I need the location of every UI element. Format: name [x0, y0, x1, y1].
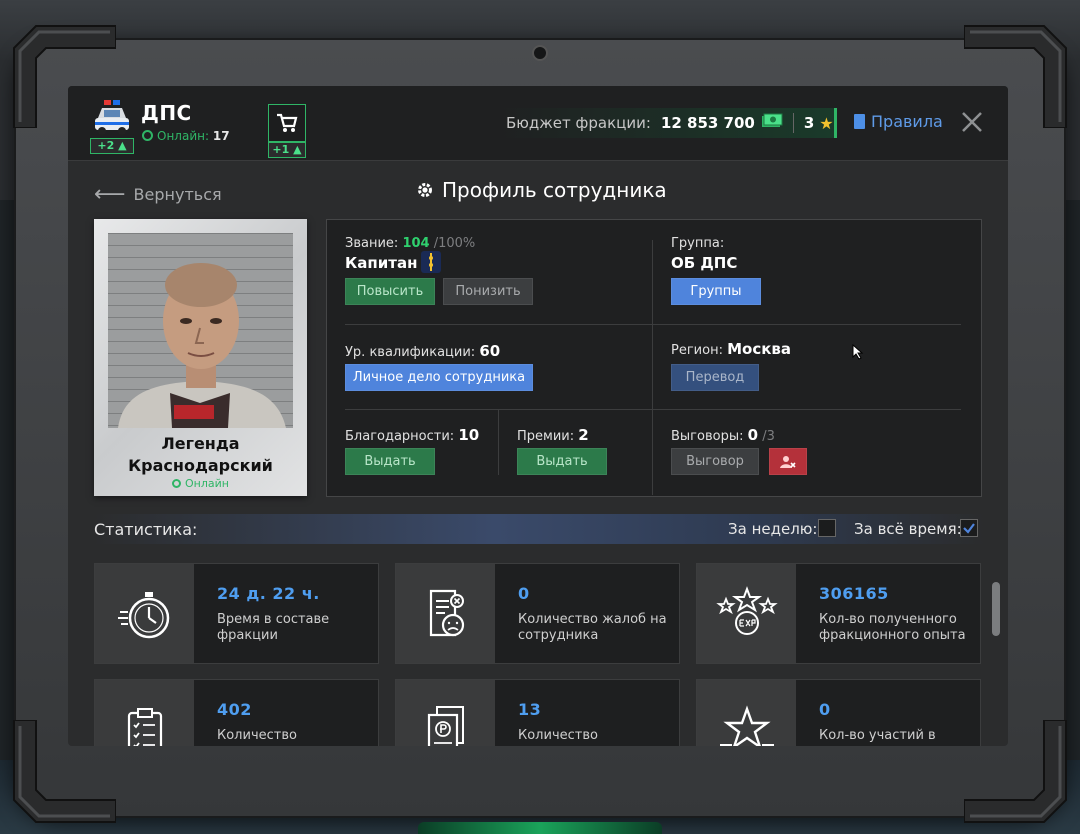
stat-description: Количество [217, 728, 297, 743]
faction-badge: +2 ▲ [90, 138, 134, 154]
stat-card: 24 д. 22 ч. Время в составе фракции [94, 563, 379, 664]
promote-button[interactable]: Повысить [345, 278, 435, 305]
stat-description: Количество жалоб на сотрудника [518, 612, 667, 643]
tablet-camera [532, 45, 548, 61]
region-label: Регион: Москва [671, 340, 792, 358]
top-bar: +2 ▲ ДПС Онлайн: 17 +1 ▲ Бюджет фракции:… [68, 86, 1008, 161]
ruble-documents-icon [396, 680, 495, 746]
stat-value: 402 [217, 700, 252, 719]
stat-card: 0 Количество жалоб на сотрудника [395, 563, 680, 664]
reprimand-button[interactable]: Выговор [671, 448, 759, 475]
stat-card: 13 Количество [395, 679, 680, 746]
online-count: 17 [212, 129, 230, 143]
remove-reprimand-button[interactable] [769, 448, 807, 475]
clipboard-checklist-icon [95, 680, 194, 746]
group-value: ОБ ДПС [671, 254, 738, 272]
stat-description: Время в составе фракции [217, 612, 330, 643]
demote-button[interactable]: Понизить [443, 278, 533, 305]
police-car-icon [92, 98, 132, 138]
employee-online-status: Онлайн [94, 477, 307, 490]
thanks-label: Благодарности: 10 [345, 426, 480, 444]
rules-link[interactable]: Правила [854, 112, 943, 131]
group-label: Группа: [671, 236, 725, 251]
back-button[interactable]: ⟵ Вернуться [94, 182, 222, 207]
rank-name: Капитан [345, 254, 418, 272]
page-title: Профиль сотрудника [416, 178, 667, 202]
give-thanks-button[interactable]: Выдать [345, 448, 435, 475]
scrollbar-thumb[interactable] [992, 582, 1000, 636]
all-time-checkbox[interactable] [960, 519, 978, 537]
personal-file-button[interactable]: Личное дело сотрудника [345, 364, 533, 391]
complaint-document-icon [396, 564, 495, 663]
shop-button[interactable] [268, 104, 306, 142]
rank-insignia-icon [421, 251, 441, 273]
cart-icon [277, 113, 298, 132]
region-value: Москва [727, 340, 792, 358]
user-remove-icon [780, 455, 796, 468]
faction-budget: Бюджет фракции: 12 853 700 3 ★ [498, 108, 837, 138]
stat-value: 24 д. 22 ч. [217, 584, 320, 603]
exp-stars-icon [697, 564, 796, 663]
employee-name: Легенда Краснодарский [128, 434, 273, 475]
qualification-value: 60 [479, 342, 501, 360]
give-bonus-button[interactable]: Выдать [517, 448, 607, 475]
check-icon [963, 523, 975, 534]
stars-count: 3 [803, 114, 815, 132]
bottom-indicator [418, 822, 662, 834]
rank-points: 104 [402, 236, 430, 251]
close-icon[interactable] [960, 110, 984, 134]
stat-card: 306165 Кол-во полученного фракционного о… [696, 563, 981, 664]
bonuses-label: Премии: 2 [517, 426, 589, 444]
stat-card: 402 Количество [94, 679, 379, 746]
bonuses-value: 2 [578, 426, 589, 444]
week-filter-label: За неделю: [728, 520, 818, 538]
rank-label: Звание: 104 /100% [345, 236, 476, 251]
stats-title: Статистика: [94, 520, 198, 539]
stat-description: Количество [518, 728, 598, 743]
shop-badge: +1 ▲ [268, 142, 306, 158]
book-icon [854, 114, 865, 129]
star-badge-icon [697, 680, 796, 746]
online-dot-icon [172, 479, 182, 488]
money-icon [761, 113, 783, 133]
employee-info-panel: Звание: 104 /100% Капитан Повысить Пониз… [326, 219, 982, 497]
mouse-cursor-icon [852, 343, 864, 364]
employee-photo-card: Легенда Краснодарский Онлайн [94, 219, 307, 496]
budget-value: 12 853 700 [660, 114, 755, 132]
stat-description: Кол-во полученного фракционного опыта [819, 612, 966, 643]
qualification-label: Ур. квалификации: 60 [345, 342, 501, 360]
transfer-button[interactable]: Перевод [671, 364, 759, 391]
star-icon: ★ [819, 113, 834, 133]
arrow-left-icon: ⟵ [94, 182, 126, 207]
all-time-filter-label: За всё время: [854, 520, 962, 538]
stat-value: 13 [518, 700, 542, 719]
online-status: Онлайн: 17 [142, 129, 230, 143]
stat-value: 0 [819, 700, 831, 719]
stat-value: 306165 [819, 584, 889, 603]
stat-value: 0 [518, 584, 530, 603]
reprimands-value: 0 [747, 426, 759, 444]
stats-header: Статистика: За неделю: За всё время: [94, 514, 984, 544]
week-checkbox[interactable] [818, 519, 836, 537]
faction-name: ДПС [141, 101, 192, 125]
stat-card: 0 Кол-во участий в [696, 679, 981, 746]
reprimands-label: Выговоры: 0 /3 [671, 426, 775, 444]
groups-button[interactable]: Группы [671, 278, 761, 305]
employee-photo [108, 233, 293, 428]
tablet-screen: +2 ▲ ДПС Онлайн: 17 +1 ▲ Бюджет фракции:… [68, 86, 1008, 746]
thanks-value: 10 [458, 426, 480, 444]
gear-icon [418, 183, 432, 197]
online-dot-icon [142, 130, 153, 141]
stat-description: Кол-во участий в [819, 728, 936, 743]
stopwatch-icon [95, 564, 194, 663]
